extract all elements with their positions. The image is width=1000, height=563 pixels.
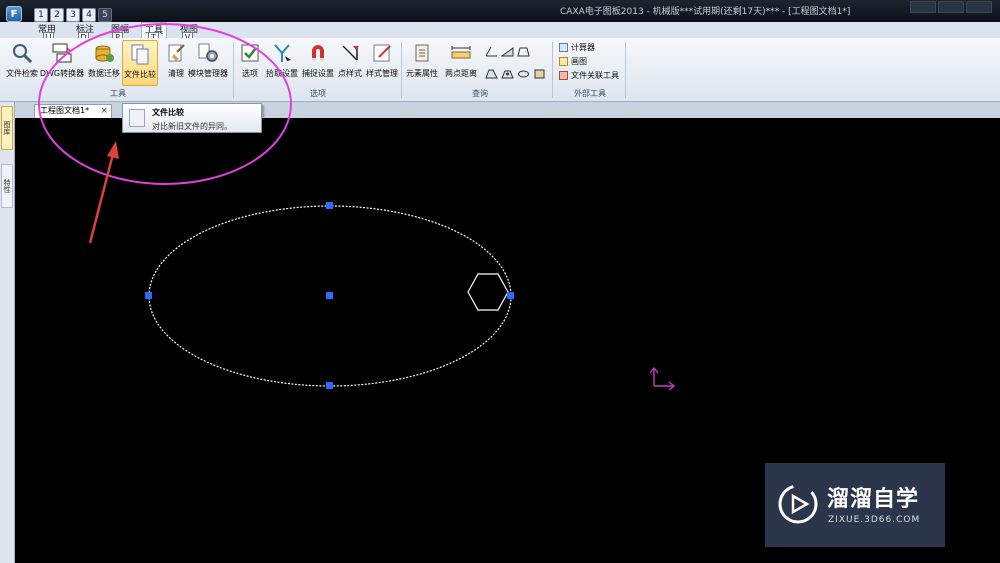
file-association-item[interactable]: 文件关联工具 — [559, 70, 619, 81]
magnet-icon — [312, 45, 324, 61]
clean-up-icon — [168, 44, 185, 62]
snap-settings-label: 捕捉设置 — [302, 69, 334, 78]
group-query-label: 查询 — [472, 89, 488, 98]
query-perimeter-icon[interactable] — [517, 46, 530, 57]
window-controls — [910, 1, 992, 13]
pick-settings-icon — [274, 44, 291, 62]
clean-up-label: 清理 — [168, 69, 184, 78]
file-compare-label: 文件比较 — [124, 70, 156, 79]
group-separator — [625, 42, 626, 98]
style-manager-label: 样式管理 — [366, 69, 398, 78]
paint-icon — [559, 57, 568, 66]
clean-up-button[interactable]: 清理 — [158, 40, 194, 86]
file-association-label: 文件关联工具 — [571, 71, 619, 80]
grip-right[interactable] — [507, 292, 514, 299]
play-logo-icon — [778, 484, 818, 524]
quick-access-button-5[interactable]: 5 — [98, 8, 112, 22]
title-bar: F 1 2 3 4 5 CAXA电子图板2013 - 机械版***试用期(还剩1… — [0, 0, 1000, 22]
style-manager-icon — [373, 44, 391, 62]
group-tools-label: 工具 — [110, 89, 126, 98]
dwg-convert-icon — [52, 43, 72, 63]
query-area-icon[interactable] — [501, 46, 514, 57]
grip-center[interactable] — [326, 292, 333, 299]
point-style-icon — [342, 45, 359, 61]
query-centroid-icon[interactable] — [485, 68, 498, 79]
file-search-button[interactable]: 文件检索 — [4, 40, 40, 86]
gear-icon — [198, 43, 218, 62]
quick-access-button-4[interactable]: 4 — [82, 8, 96, 22]
query-inertia-icon[interactable] — [501, 68, 514, 79]
watermark-subtitle: ZIXUE.3D66.COM — [828, 515, 921, 525]
group-external-label: 外部工具 — [574, 89, 606, 98]
pick-settings-button[interactable]: 拾取设置 — [264, 40, 300, 86]
quick-access-button-2[interactable]: 2 — [50, 8, 64, 22]
module-manager-label: 模块管理器 — [188, 69, 228, 78]
watermark: 溜溜自学 ZIXUE.3D66.COM — [765, 463, 945, 547]
quick-access-button-1[interactable]: 1 — [34, 8, 48, 22]
dock-tab-properties[interactable]: 特性 — [1, 164, 13, 208]
two-point-distance-label: 两点距离 — [445, 69, 477, 78]
ribbon-panel: 文件检索 DWG转换器 数据迁移 文件比较 清理 模块管理器 工具 选项 拾取设… — [0, 38, 1000, 102]
grip-bottom[interactable] — [326, 382, 333, 389]
quick-access-button-3[interactable]: 3 — [66, 8, 80, 22]
watermark-title: 溜溜自学 — [827, 487, 920, 512]
dock-tab-library[interactable]: 图库 — [1, 106, 13, 150]
file-compare-tooltip: 文件比较 对比新旧文件的异同。 — [122, 103, 262, 133]
query-angle-icon[interactable] — [485, 46, 498, 57]
dwg-converter-button[interactable]: DWG转换器 — [40, 40, 84, 86]
file-compare-button[interactable]: 文件比较 — [122, 40, 158, 86]
element-properties-label: 元素属性 — [406, 69, 438, 78]
left-dock-panel: 图库 特性 — [0, 102, 15, 563]
point-style-button[interactable]: 点样式 — [332, 40, 368, 86]
group-separator — [552, 42, 553, 98]
maximize-button[interactable] — [938, 1, 964, 13]
calculator-icon — [559, 43, 568, 52]
data-migration-icon — [95, 45, 114, 62]
calculator-label: 计算器 — [571, 43, 595, 52]
window-title: CAXA电子图板2013 - 机械版***试用期(还剩17天)*** - [工程… — [560, 7, 851, 17]
grip-top[interactable] — [326, 202, 333, 209]
close-tab-icon[interactable]: × — [100, 105, 108, 117]
quick-access-toolbar: 1 2 3 4 5 — [34, 8, 112, 22]
data-migration-label: 数据迁移 — [88, 69, 120, 78]
file-compare-icon — [129, 109, 145, 127]
data-migration-button[interactable]: 数据迁移 — [86, 40, 122, 86]
file-compare-icon — [131, 44, 149, 65]
query-weight-icon[interactable] — [517, 68, 530, 79]
options-label: 选项 — [242, 69, 258, 78]
document-tab[interactable]: 工程图文档1* × — [34, 104, 112, 118]
snap-settings-button[interactable]: 捕捉设置 — [300, 40, 336, 86]
module-manager-button[interactable]: 模块管理器 — [188, 40, 228, 86]
point-style-label: 点样式 — [338, 69, 362, 78]
tooltip-title: 文件比较 — [152, 108, 184, 117]
file-association-icon — [559, 71, 568, 80]
paint-item[interactable]: 画图 — [559, 56, 587, 67]
element-properties-button[interactable]: 元素属性 — [404, 40, 440, 86]
group-options-label: 选项 — [310, 89, 326, 98]
tooltip-description: 对比新旧文件的异同。 — [152, 122, 232, 131]
scroll-icon — [415, 44, 429, 62]
file-search-label: 文件检索 — [6, 69, 38, 78]
magnifier-icon — [13, 44, 33, 64]
app-menu-icon[interactable]: F — [6, 6, 22, 22]
calculator-item[interactable]: 计算器 — [559, 42, 595, 53]
document-tab-label: 工程图文档1* — [40, 106, 90, 115]
two-point-distance-button[interactable]: 两点距离 — [443, 40, 479, 86]
close-window-button[interactable] — [966, 1, 992, 13]
query-list-icon[interactable] — [533, 68, 546, 79]
options-button[interactable]: 选项 — [232, 40, 268, 86]
style-manager-button[interactable]: 样式管理 — [364, 40, 400, 86]
minimize-button[interactable] — [910, 1, 936, 13]
paint-label: 画图 — [571, 57, 587, 66]
ruler-icon — [451, 46, 471, 59]
grip-left[interactable] — [145, 292, 152, 299]
group-separator — [401, 42, 402, 98]
